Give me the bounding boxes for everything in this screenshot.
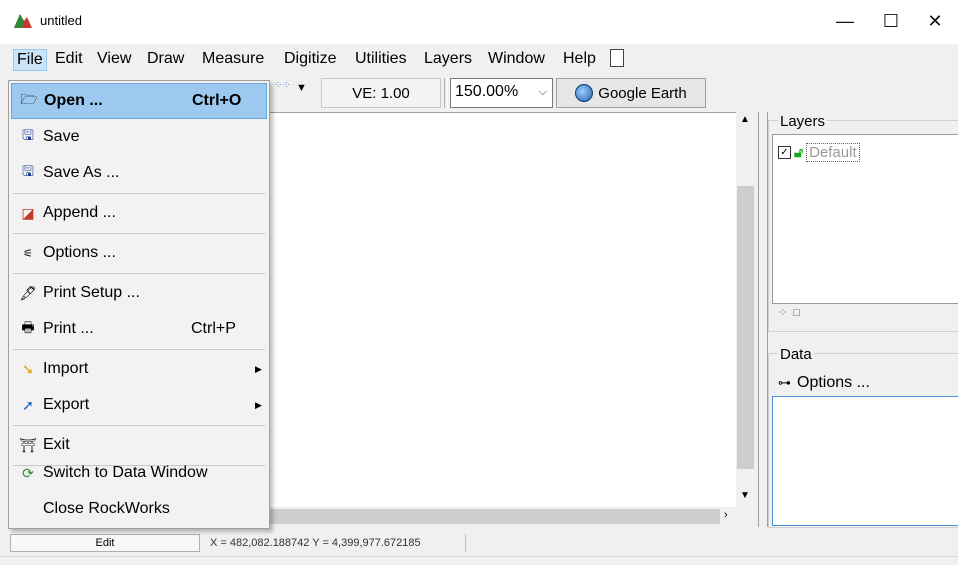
menu-edit[interactable]: Edit — [52, 49, 86, 71]
menu-item-open[interactable]: 🗁 Open ... Ctrl+O — [11, 83, 267, 119]
lock-icon[interactable]: 🔓︎ — [794, 144, 803, 161]
drawing-canvas[interactable] — [268, 112, 736, 507]
status-mode: Edit — [10, 534, 200, 552]
maximize-button[interactable]: ☐ — [868, 4, 914, 38]
scroll-down-icon[interactable]: ▼ — [740, 490, 750, 501]
minimize-button[interactable]: — — [822, 4, 868, 38]
menu-item-append[interactable]: ◪ Append ... — [11, 195, 267, 231]
vertical-scrollbar[interactable]: ▲ ▼ — [736, 112, 755, 507]
menu-item-label: Print ... — [43, 320, 94, 337]
printer-icon: 🖶 — [21, 319, 35, 335]
print-setup-icon: 🖋 — [19, 284, 37, 301]
scroll-thumb[interactable] — [268, 509, 720, 524]
layers-title: Layers — [778, 113, 828, 130]
menu-item-shortcut: Ctrl+O — [192, 92, 242, 109]
menu-item-label: Open ... — [44, 92, 103, 109]
menu-digitize[interactable]: Digitize — [281, 49, 339, 71]
menu-item-label: Switch to Data Window — [43, 464, 208, 481]
status-divider — [0, 556, 958, 557]
scroll-thumb[interactable] — [737, 186, 754, 469]
menu-view[interactable]: View — [94, 49, 134, 71]
data-title: Data — [778, 346, 814, 363]
scroll-up-icon[interactable]: ▲ — [740, 114, 750, 125]
window-title: untitled — [40, 13, 82, 28]
ve-button[interactable]: VE: 1.00 — [321, 78, 441, 108]
menu-separator — [13, 233, 265, 234]
switch-icon: ⟳ — [22, 464, 34, 481]
chevron-down-icon: ⌵ — [538, 86, 547, 98]
append-icon: ◪ — [21, 204, 35, 221]
menu-item-label: Print Setup ... — [43, 284, 140, 301]
checkbox-icon[interactable]: ✓ — [778, 146, 791, 159]
menu-help[interactable]: Help — [560, 49, 599, 71]
menu-separator — [13, 273, 265, 274]
title-bar: untitled — ☐ ✕ — [0, 0, 958, 44]
menu-item-save-as[interactable]: 🖫 Save As ... — [11, 155, 267, 191]
menu-item-switch-data[interactable]: ⟳ Switch to Data Window — [11, 455, 267, 491]
layer-item[interactable]: ✓ 🔓︎ Default — [778, 143, 860, 162]
menu-file[interactable]: File — [13, 49, 47, 71]
menu-separator — [13, 349, 265, 350]
options-icon: ⚟ — [23, 247, 33, 260]
menu-item-print-setup[interactable]: 🖋 Print Setup ... — [11, 275, 267, 311]
scroll-right-icon[interactable]: › — [724, 509, 728, 521]
layer-tools-icon[interactable]: ⁘□ — [778, 306, 806, 319]
menu-item-shortcut: Ctrl+P — [191, 320, 236, 337]
chevron-down-icon[interactable]: ▼ — [296, 82, 307, 94]
help-doc-icon[interactable] — [610, 49, 624, 67]
globe-icon — [575, 84, 594, 102]
menu-measure[interactable]: Measure — [199, 49, 267, 71]
menu-item-close-rockworks[interactable]: Close RockWorks — [11, 491, 267, 527]
app-logo-icon — [14, 14, 32, 28]
zoom-value: 150.00% — [455, 83, 519, 100]
menu-layers[interactable]: Layers — [421, 49, 475, 71]
menu-item-save[interactable]: 🖫 Save — [11, 119, 267, 155]
exit-icon: ⛩ — [19, 436, 37, 453]
menu-item-label: Exit — [43, 436, 70, 453]
submenu-arrow-icon: ▶ — [255, 399, 262, 410]
menu-item-export[interactable]: ➚ Export ▶ — [11, 387, 267, 423]
close-button[interactable]: ✕ — [912, 4, 958, 38]
menu-item-print[interactable]: 🖶 Print ... Ctrl+P — [11, 311, 267, 347]
menu-separator — [13, 425, 265, 426]
submenu-arrow-icon: ▶ — [255, 363, 262, 374]
toolbar-separator — [444, 78, 448, 108]
google-earth-button[interactable]: Google Earth — [556, 78, 706, 108]
menu-item-label: Close RockWorks — [43, 500, 170, 517]
floppy-icon: 🖫 — [22, 127, 34, 143]
import-icon: ➘ — [22, 360, 34, 377]
menu-separator — [13, 193, 265, 194]
menu-window[interactable]: Window — [485, 49, 548, 71]
points-tool-icon[interactable]: ⁘⁘ — [274, 80, 291, 91]
scroll-corner — [736, 507, 755, 526]
menu-item-label: Append ... — [43, 204, 116, 221]
data-options-button[interactable]: ⊶ Options ... — [778, 374, 870, 392]
layer-name[interactable]: Default — [806, 143, 860, 162]
horizontal-scrollbar[interactable]: › — [268, 507, 736, 526]
menu-item-label: Save As ... — [43, 164, 120, 181]
google-earth-label: Google Earth — [598, 84, 687, 102]
menu-item-label: Options ... — [43, 244, 116, 261]
file-menu-dropdown: 🗁 Open ... Ctrl+O 🖫 Save 🖫 Save As ... ◪… — [8, 80, 270, 529]
floppy-as-icon: 🖫 — [22, 163, 34, 179]
menu-utilities[interactable]: Utilities — [352, 49, 410, 71]
zoom-select[interactable]: 150.00% ⌵ — [450, 78, 553, 108]
export-icon: ➚ — [22, 396, 34, 413]
menu-item-label: Import — [43, 360, 89, 377]
data-list[interactable] — [772, 396, 958, 526]
menu-item-label: Save — [43, 128, 80, 145]
menu-bar: File Edit View Draw Measure Digitize Uti… — [0, 44, 958, 74]
folder-open-icon: 🗁 — [20, 91, 38, 107]
menu-item-import[interactable]: ➘ Import ▶ — [11, 351, 267, 387]
status-coordinates: X = 482,082.188742 Y = 4,399,977.672185 — [204, 534, 466, 552]
panel-splitter[interactable] — [758, 112, 768, 527]
menu-draw[interactable]: Draw — [144, 49, 187, 71]
menu-item-options[interactable]: ⚟ Options ... — [11, 235, 267, 271]
tree-icon: ⊶ — [778, 375, 791, 390]
menu-item-label: Export — [43, 396, 90, 413]
data-options-label: Options ... — [797, 374, 870, 391]
